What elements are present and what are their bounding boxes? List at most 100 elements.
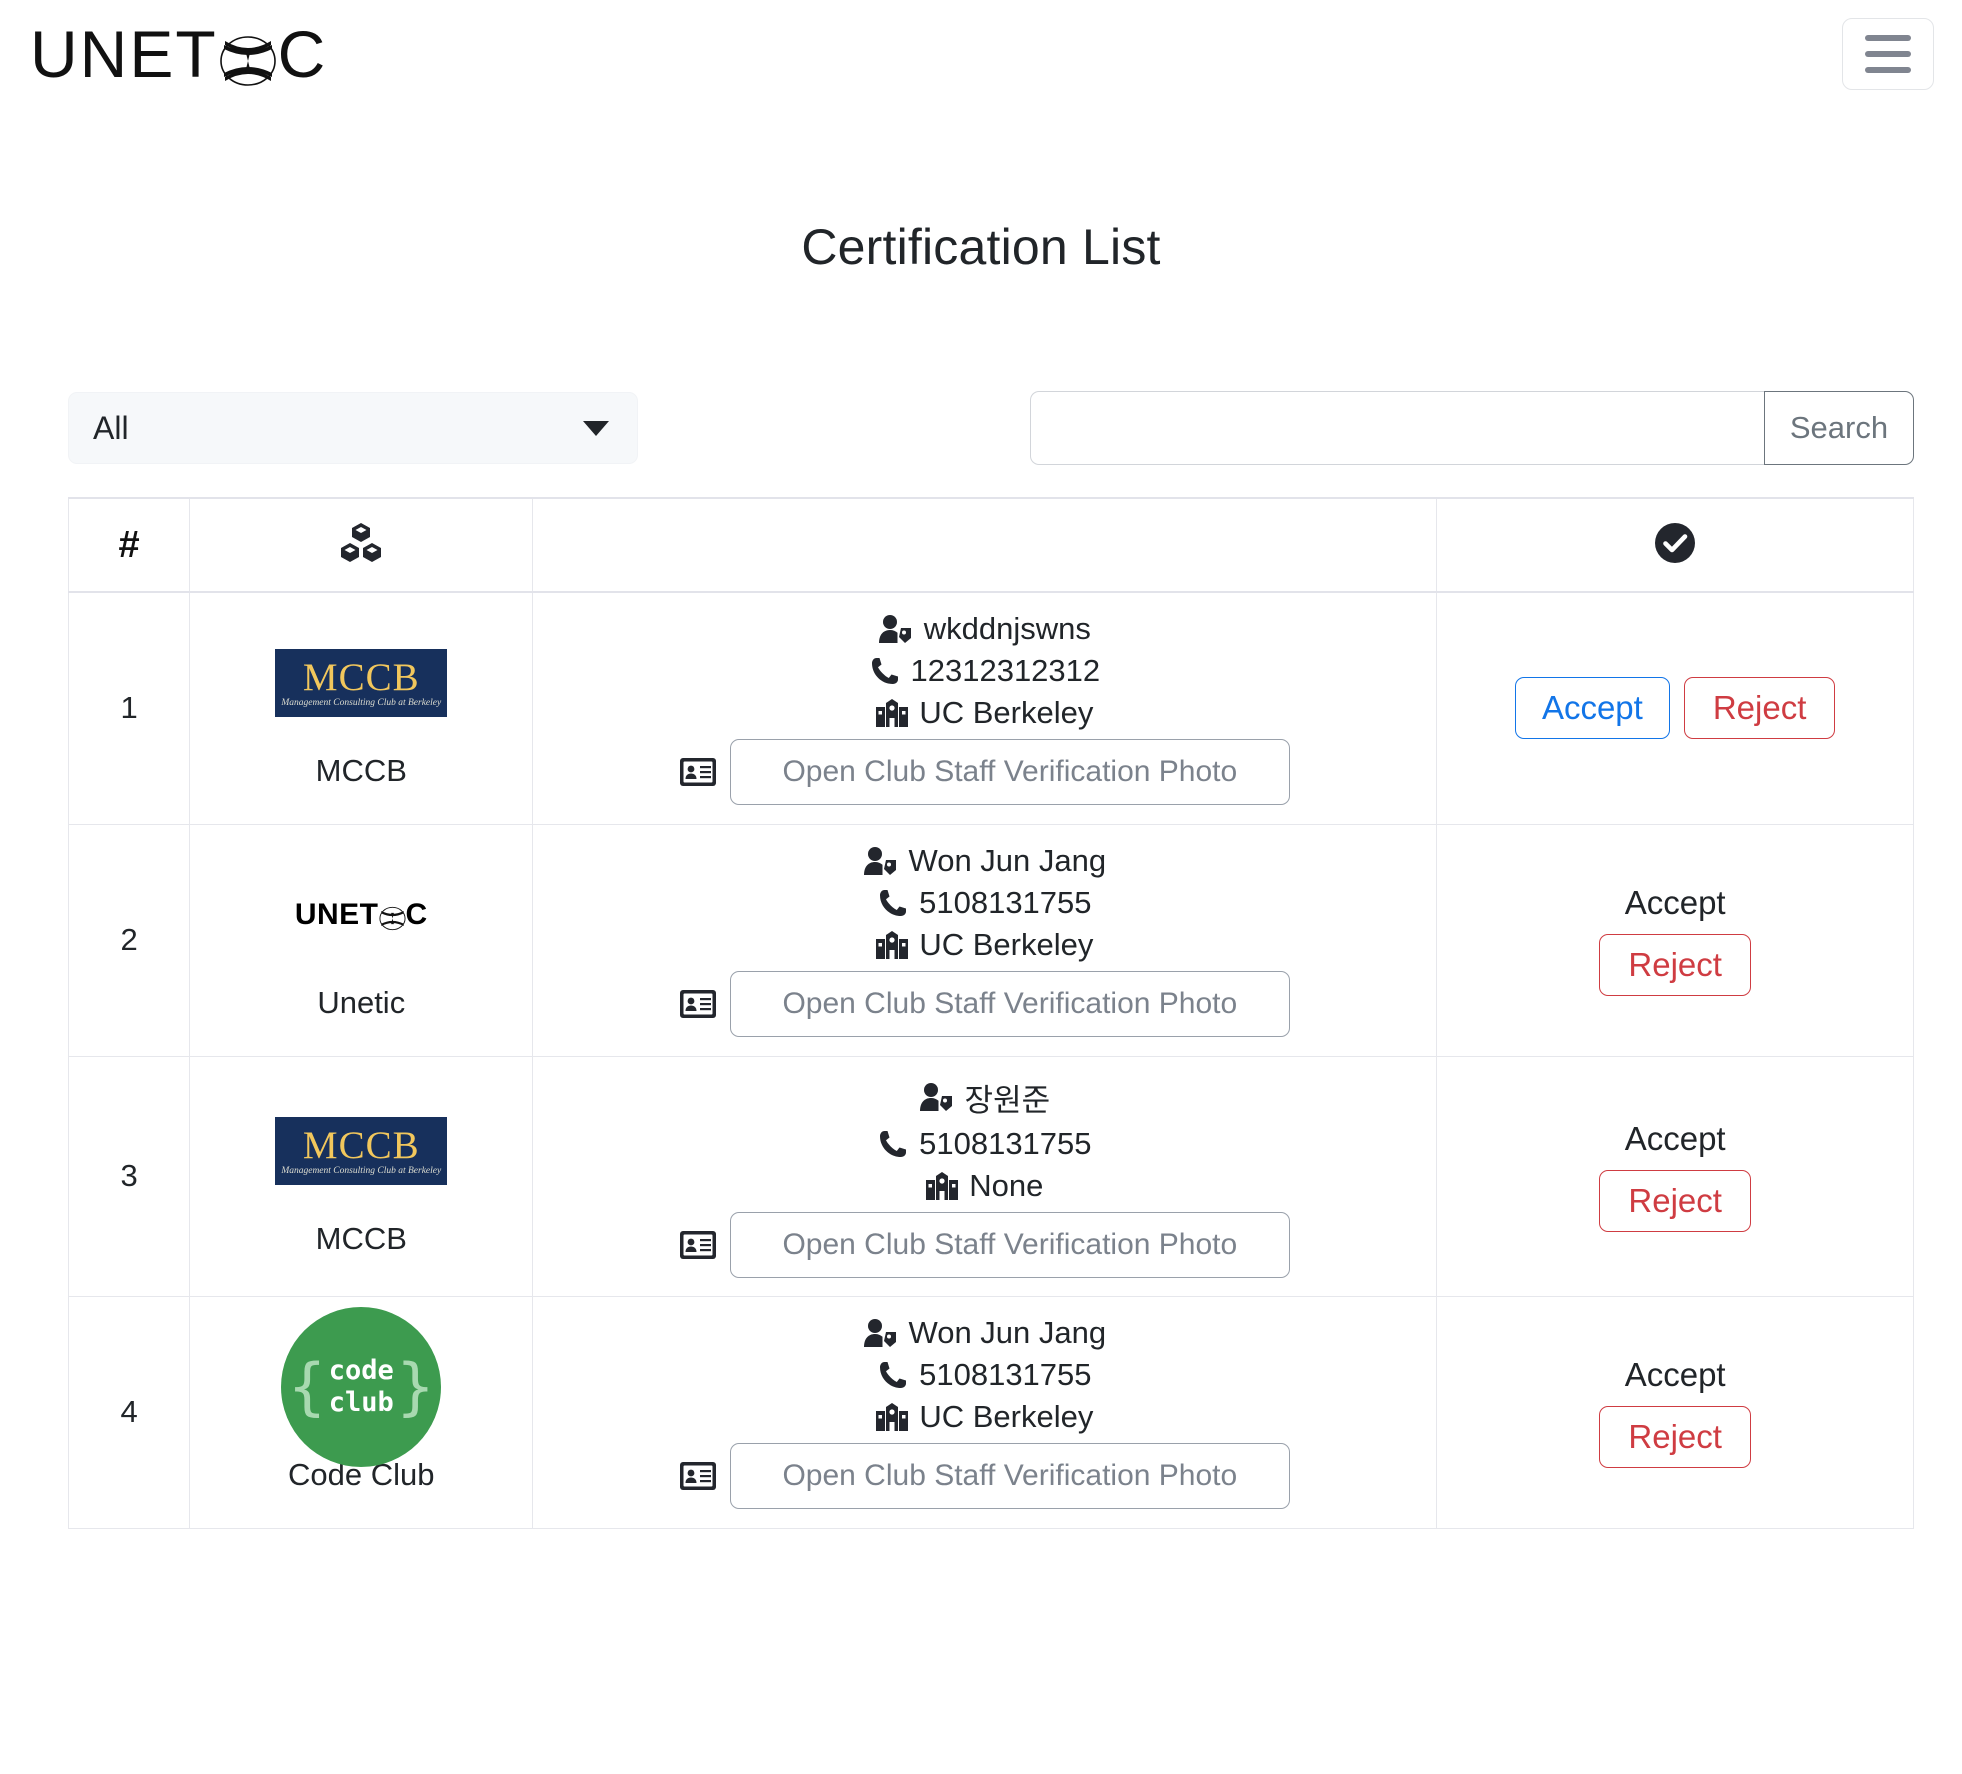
column-header-club (189, 497, 534, 593)
user-tag-icon (878, 615, 911, 644)
hamburger-menu-button[interactable] (1842, 18, 1934, 90)
unetic-logo-suffix: C (405, 898, 428, 931)
open-verification-photo-button[interactable]: Open Club Staff Verification Photo (729, 1443, 1290, 1509)
codeclub-brace-right: } (396, 1349, 435, 1423)
check-circle-icon (1654, 522, 1696, 569)
applicant-name-line: Won Jun Jang (543, 1315, 1426, 1351)
accept-status-text: Accept (1624, 884, 1726, 921)
school-icon (876, 931, 909, 959)
reject-button[interactable]: Reject (1683, 677, 1836, 740)
accept-status-text: Accept (1624, 1356, 1726, 1393)
phone-icon (880, 890, 907, 916)
brand-logo[interactable]: UNET C (30, 21, 327, 87)
applicant-name: wkddnjswns (923, 611, 1091, 647)
club-logo-box: { code club } (200, 1307, 522, 1467)
mccb-logo-subtitle: Management Consulting Club at Berkeley (281, 1165, 442, 1176)
unetic-logo: UNET C (295, 898, 428, 932)
table-head: # (67, 497, 1914, 593)
table-header-row: # (67, 497, 1914, 593)
reject-button[interactable]: Reject (1599, 934, 1751, 996)
accept-button[interactable]: Accept (1514, 677, 1670, 740)
open-verification-photo-button[interactable]: Open Club Staff Verification Photo (729, 739, 1290, 806)
applicant-phone-line: 5108131755 (543, 885, 1426, 921)
hamburger-bar-1 (1865, 35, 1911, 41)
mccb-logo: MCCB Management Consulting Club at Berke… (275, 1117, 448, 1185)
club-name: MCCB (315, 753, 407, 789)
row-index-cell: 2 (67, 823, 191, 1057)
action-cell: Accept Reject (1436, 1055, 1914, 1297)
reject-button[interactable]: Reject (1599, 1170, 1751, 1232)
table-row: 1 MCCB Management Consulting Club at Ber… (67, 591, 1914, 825)
club-filter-value: All (93, 409, 129, 446)
chevron-down-icon (583, 420, 609, 436)
row-index: 2 (120, 922, 138, 957)
controls-row: All Search (68, 391, 1914, 465)
top-bar: UNET C (0, 0, 1962, 108)
hash-label: # (118, 523, 140, 566)
id-card-icon (679, 1462, 716, 1490)
open-verification-photo-button[interactable]: Open Club Staff Verification Photo (729, 971, 1290, 1037)
applicant-name: 장원준 (964, 1082, 1051, 1118)
open-verification-photo-button[interactable]: Open Club Staff Verification Photo (729, 1211, 1290, 1278)
table-row: 4 { code club } Code Club Won Jun Jang 5 (67, 1295, 1914, 1529)
club-cell: MCCB Management Consulting Club at Berke… (189, 1055, 534, 1297)
applicant-name: Won Jun Jang (908, 1315, 1107, 1350)
phone-icon (880, 1130, 907, 1157)
verification-photo-line: Open Club Staff Verification Photo (543, 1211, 1426, 1278)
page-title: Certification List (801, 219, 1161, 275)
applicant-school-line: UC Berkeley (543, 695, 1426, 731)
brand-text-suffix: C (277, 17, 328, 91)
applicant-info-cell: Won Jun Jang 5108131755 UC Berkeley Open… (532, 823, 1438, 1057)
applicant-info-cell: wkddnjswns 12312312312 UC Berkeley Open … (532, 591, 1438, 825)
codeclub-line-1: code (328, 1355, 394, 1387)
id-card-icon (679, 990, 716, 1018)
applicant-phone-line: 5108131755 (543, 1357, 1426, 1393)
table-row: 3 MCCB Management Consulting Club at Ber… (67, 1055, 1914, 1297)
user-tag-icon (919, 1083, 952, 1111)
codeclub-line-2: club (328, 1387, 394, 1418)
club-cell: { code club } Code Club (189, 1295, 534, 1529)
school-icon (876, 699, 909, 728)
applicant-school: UC Berkeley (919, 695, 1094, 731)
applicant-phone: 5108131755 (919, 1357, 1092, 1392)
id-card-icon (679, 1230, 716, 1259)
club-cell: MCCB Management Consulting Club at Berke… (189, 591, 534, 825)
accept-status-text: Accept (1624, 1120, 1726, 1157)
row-index-cell: 1 (67, 591, 191, 825)
search-group: Search (1030, 391, 1914, 465)
applicant-school-line: UC Berkeley (543, 927, 1426, 963)
unetic-logo-prefix: UNET (294, 898, 379, 931)
user-tag-icon (863, 1319, 896, 1347)
club-filter-select[interactable]: All (68, 392, 638, 464)
brand-text-prefix: UNET (30, 17, 218, 91)
club-name: MCCB (315, 1221, 407, 1256)
club-cell: UNET C Unetic (189, 823, 534, 1057)
hamburger-bar-3 (1865, 67, 1911, 73)
action-cell: Accept Reject (1436, 823, 1914, 1057)
search-input[interactable] (1030, 391, 1764, 465)
search-button[interactable]: Search (1764, 391, 1914, 465)
codeclub-brace-left: { (288, 1349, 326, 1423)
reject-button[interactable]: Reject (1599, 1406, 1751, 1468)
applicant-info-cell: Won Jun Jang 5108131755 UC Berkeley Open… (532, 1295, 1438, 1529)
table-body: 1 MCCB Management Consulting Club at Ber… (67, 591, 1914, 1529)
phone-icon (871, 658, 898, 685)
applicant-phone: 12312312312 (910, 653, 1101, 689)
applicant-school: UC Berkeley (919, 1399, 1094, 1434)
phone-icon (880, 1362, 907, 1388)
table-row: 2 UNET C Unetic Won Jun Jang 5108131755 … (67, 823, 1914, 1057)
row-index: 3 (120, 1158, 138, 1193)
hamburger-bar-2 (1865, 51, 1911, 57)
row-index-cell: 3 (67, 1055, 191, 1297)
applicant-info-cell: 장원준 5108131755 None Open Club Staff Veri… (532, 1055, 1438, 1297)
mccb-logo-main: MCCB (302, 1123, 420, 1167)
mccb-logo: MCCB Management Consulting Club at Berke… (275, 649, 448, 718)
mccb-logo-main: MCCB (302, 656, 420, 699)
applicant-name-line: Won Jun Jang (543, 843, 1426, 879)
club-logo-box: UNET C (200, 859, 522, 971)
column-header-index: # (67, 497, 191, 593)
applicant-phone: 5108131755 (919, 1125, 1092, 1161)
applicant-name-line: wkddnjswns (543, 611, 1426, 647)
certification-table: # 1 MCCB Management Consulting Club at B… (67, 497, 1914, 1529)
spool-icon (219, 31, 277, 86)
